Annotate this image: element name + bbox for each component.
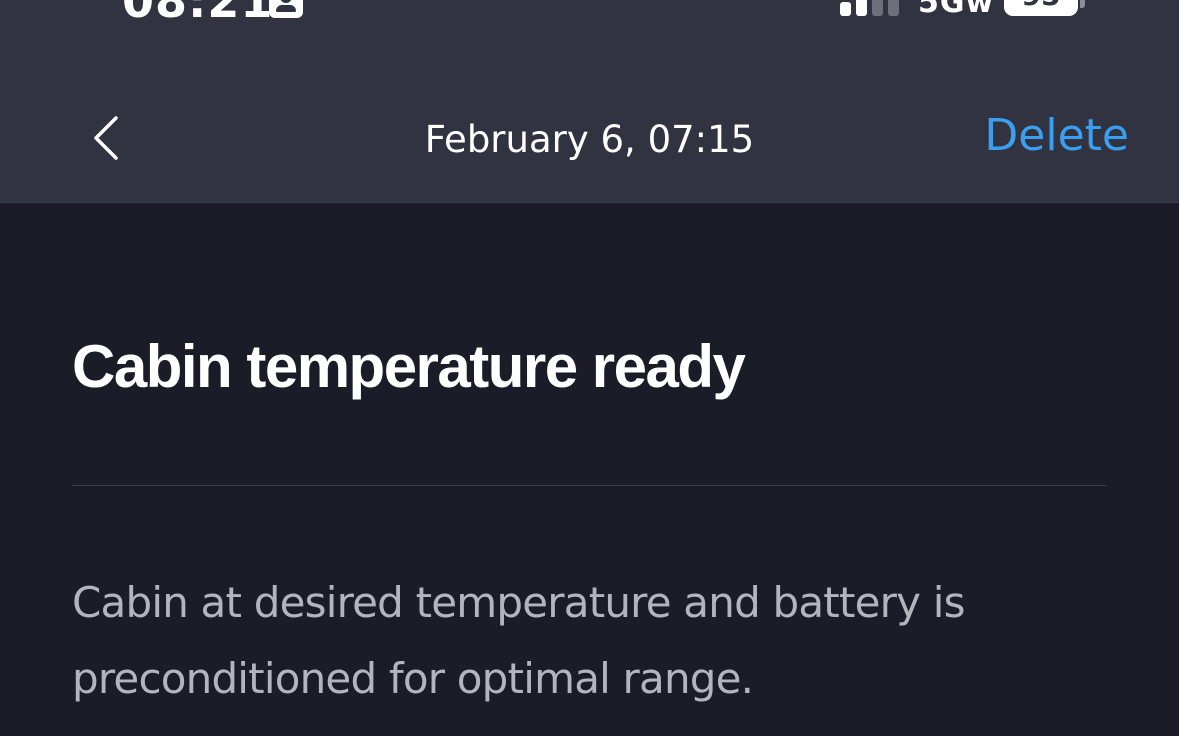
notification-detail-screen: 08:21 5Gw 95 February 6, 07:15 Delete Ca… bbox=[0, 0, 1179, 736]
message-title: Cabin temperature ready bbox=[72, 333, 746, 400]
message-body: Cabin at desired temperature and battery… bbox=[72, 578, 965, 703]
back-button[interactable] bbox=[80, 108, 136, 168]
battery-icon: 95 bbox=[1004, 0, 1078, 16]
delete-button[interactable]: Delete bbox=[984, 110, 1129, 162]
page-title: February 6, 07:15 bbox=[424, 118, 755, 161]
battery-tip-icon bbox=[1080, 0, 1085, 8]
battery-level-text: 95 bbox=[1004, 0, 1078, 10]
status-bar-time: 08:21 bbox=[122, 0, 274, 28]
top-bar: 08:21 5Gw 95 February 6, 07:15 Delete bbox=[0, 0, 1179, 203]
chevron-left-icon bbox=[94, 116, 118, 160]
focus-person-icon bbox=[269, 0, 303, 18]
network-type-label: 5Gw bbox=[918, 0, 995, 20]
divider bbox=[72, 485, 1107, 486]
signal-strength-icon bbox=[840, 0, 900, 16]
